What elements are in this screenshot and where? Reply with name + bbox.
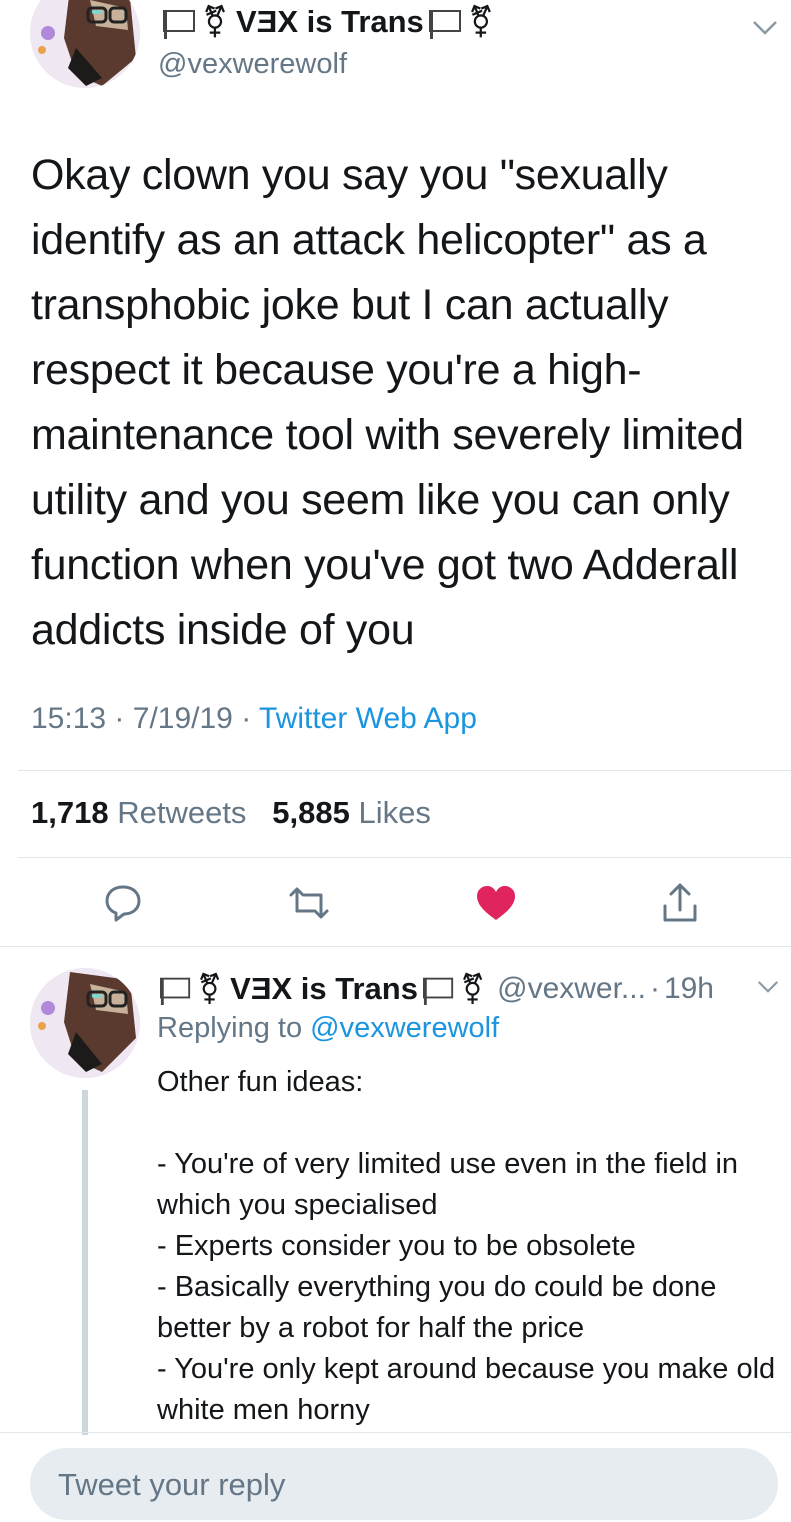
trans-symbol: ⚧ [197, 971, 223, 1007]
like-count: 5,885 [272, 795, 350, 830]
meta-separator: · [241, 702, 252, 735]
author-handle[interactable]: @vexwerewolf [158, 48, 347, 81]
meta-separator: · [649, 972, 660, 1005]
author-display-name[interactable]: VƎX is Trans [236, 4, 424, 40]
like-button[interactable] [473, 880, 519, 926]
share-icon [663, 883, 697, 922]
tweet-action-bar [0, 880, 791, 930]
trans-symbol: ⚧ [459, 971, 486, 1007]
heart-icon [477, 886, 515, 920]
divider [18, 770, 791, 771]
tweet-time: 15:13 [31, 702, 107, 735]
white-flag-icon [428, 5, 464, 39]
reply-button[interactable] [100, 880, 146, 926]
likes-stat[interactable]: 5,885 Likes [272, 795, 431, 830]
chevron-down-icon[interactable] [752, 20, 778, 41]
meta-separator: · [114, 702, 125, 735]
author-avatar[interactable] [30, 0, 140, 88]
reply-author-handle[interactable]: @vexwer... [497, 972, 646, 1006]
tweet-meta: 15:13 · 7/19/19 · Twitter Web App [31, 702, 477, 736]
werewolf-avatar-icon [30, 968, 140, 1078]
reply-author-avatar[interactable] [30, 968, 140, 1078]
share-button[interactable] [657, 880, 703, 926]
reply-composer[interactable] [30, 1448, 778, 1522]
retweets-stat[interactable]: 1,718 Retweets [31, 795, 246, 830]
tweet-date: 7/19/19 [132, 702, 233, 735]
werewolf-avatar-icon [30, 0, 140, 88]
retweet-label: Retweets [117, 795, 247, 830]
replying-to-mention[interactable]: @vexwerewolf [310, 1012, 499, 1044]
chevron-down-icon[interactable] [757, 980, 779, 999]
divider [0, 1432, 791, 1433]
trans-symbol: ⚧ [467, 4, 494, 40]
replying-to-label: Replying to [157, 1012, 303, 1044]
reply-author-display-name[interactable]: VƎX is Trans [230, 971, 418, 1007]
replying-to: Replying to @vexwerewolf [157, 1012, 499, 1045]
retweet-count: 1,718 [31, 795, 109, 830]
trans-symbol: ⚧ [202, 4, 228, 40]
author-name-line[interactable]: ⚧ VƎX is Trans ⚧ [158, 4, 494, 40]
tweet-text: Okay clown you say you "sexually identif… [31, 151, 744, 654]
thread-connector-line [82, 1090, 88, 1435]
tweet-stats: 1,718 Retweets 5,885 Likes [31, 795, 431, 831]
divider [0, 946, 791, 947]
divider [18, 857, 791, 858]
reply-age: 19h [663, 972, 714, 1005]
tweet-source-link[interactable]: Twitter Web App [259, 702, 477, 735]
white-flag-icon [159, 973, 193, 1005]
reply-text: Other fun ideas: - You're of very limite… [157, 1066, 776, 1426]
like-label: Likes [358, 795, 431, 830]
reply-icon [105, 885, 141, 922]
white-flag-icon [162, 5, 198, 39]
white-flag-icon [422, 973, 456, 1005]
retweet-icon [289, 887, 329, 919]
reply-header[interactable]: ⚧ VƎX is Trans ⚧ @vexwer... · 19h [155, 965, 714, 1013]
retweet-button[interactable] [286, 880, 332, 926]
reply-input[interactable] [56, 1448, 750, 1522]
